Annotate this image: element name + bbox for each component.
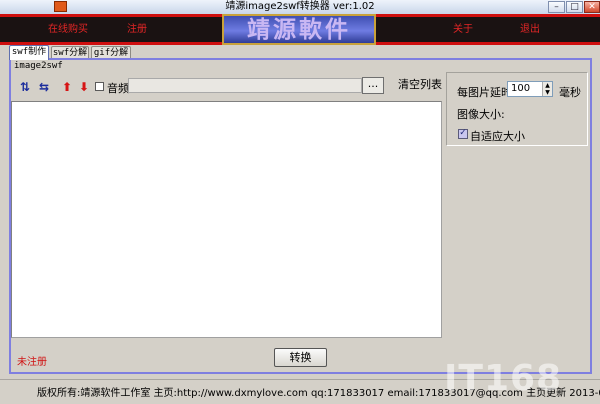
brand-logo: 靖源軟件 <box>222 14 376 45</box>
image-list[interactable] <box>11 101 442 338</box>
browse-button[interactable]: ... <box>362 77 384 94</box>
tab-swf-make[interactable]: swf制作 <box>9 45 49 60</box>
audio-path-input[interactable] <box>128 78 362 93</box>
buy-online-link[interactable]: 在线购买 <box>48 17 88 42</box>
arrow-down-icon[interactable]: ⬇ <box>77 79 91 95</box>
minimize-button[interactable]: – <box>548 1 565 13</box>
about-link[interactable]: 关于 <box>453 17 473 42</box>
registration-status: 未注册 <box>17 357 47 368</box>
close-button[interactable]: ✕ <box>584 1 600 13</box>
delay-unit-label: 毫秒 <box>559 86 581 99</box>
watermark: IT168 <box>444 358 563 399</box>
register-link[interactable]: 注册 <box>127 17 147 42</box>
add-images-icon[interactable]: ⇅ <box>18 79 32 95</box>
delay-spinner[interactable]: ▲ ▼ <box>542 82 552 96</box>
window-title: 靖源image2swf转换器 ver:1.02 <box>225 1 375 12</box>
maximize-button[interactable]: □ <box>566 1 583 13</box>
panel-label: image2swf <box>14 61 63 71</box>
image-size-label: 图像大小: <box>457 108 505 121</box>
clear-list-button[interactable]: 清空列表 <box>398 76 442 92</box>
remove-images-icon[interactable]: ⇆ <box>37 79 51 95</box>
convert-button[interactable]: 转换 <box>274 348 327 367</box>
audio-checkbox[interactable] <box>95 82 104 91</box>
autofit-label: 自适应大小 <box>470 130 525 143</box>
delay-label: 每图片延时 <box>457 86 512 99</box>
audio-label: 音频 <box>107 82 129 95</box>
arrow-up-icon[interactable]: ⬆ <box>60 79 74 95</box>
exit-link[interactable]: 退出 <box>520 17 540 42</box>
check-icon: ✓ <box>459 128 467 138</box>
